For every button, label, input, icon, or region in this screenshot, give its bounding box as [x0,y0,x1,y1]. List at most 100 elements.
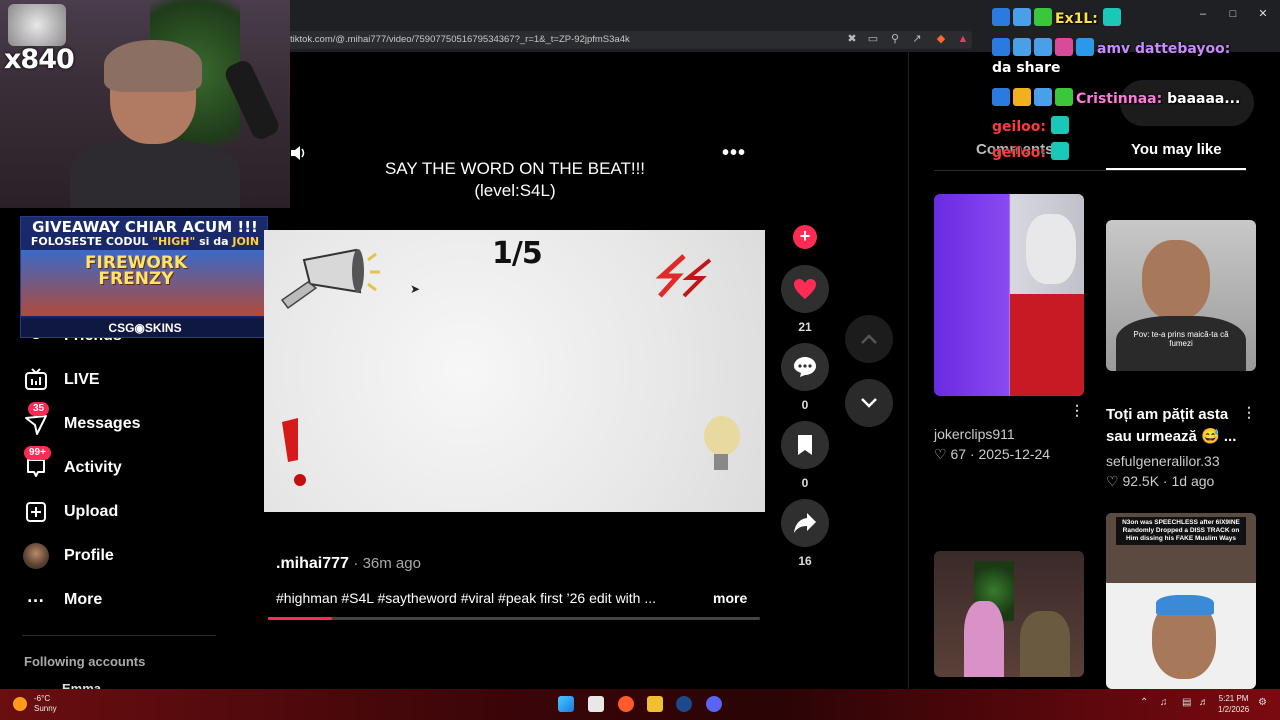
sidebar-divider [22,635,216,636]
emote-image [8,4,66,46]
video-frame-art [280,248,740,486]
heart-icon [794,279,816,299]
headset-icon[interactable]: ♫ [1160,697,1168,708]
live-icon [22,367,50,393]
more-link[interactable]: more [713,590,747,606]
weather-icon[interactable] [13,697,27,711]
sidebar-item-more[interactable]: … More [22,585,103,614]
chat-message: Ex1L: [992,8,1124,27]
card-more-icon[interactable]: ⋮ [1070,402,1084,419]
card-author[interactable]: jokerclips911 [934,426,1015,442]
speaker-icon[interactable]: ♬ [1199,697,1209,708]
more-dots-icon: … [26,585,46,606]
card-title[interactable]: Toți am pățit asta sau urmează 😅 ... [1106,404,1246,448]
card-author[interactable]: sefulgeneralilor.33 [1106,453,1220,469]
video-thumbnail[interactable]: Pov: te-a prins maică-ta că fumezi [1106,220,1256,371]
file-explorer-icon[interactable] [647,696,663,712]
tab-baseline [934,170,1246,171]
level-counter: 1/5 [492,236,543,271]
thumbnail-caption: N3on was SPEECHLESS after 6IX9INE Random… [1116,517,1246,545]
chat-badge-icon [992,8,1010,26]
share-button[interactable] [781,499,829,547]
exclamation-icon [282,418,306,486]
chat-badge-icon [1034,38,1052,56]
chat-badge-icon [1055,88,1073,106]
panel-divider [908,52,909,692]
steam-icon[interactable] [676,696,692,712]
task-view-icon[interactable] [588,696,604,712]
taskbar [0,689,1280,720]
sidebar-item-messages[interactable]: 35 Messages [22,402,141,438]
chat-badge-icon [992,38,1010,56]
giveaway-banner: GIVEAWAY CHIAR ACUM !!! FOLOSESTE CODUL … [20,216,268,338]
game-title: FIREWORK FRENZY [84,253,188,289]
video-thumbnail[interactable]: N3on was SPEECHLESS after 6IX9INE Random… [1106,513,1256,689]
sidebar-item-label: More [64,591,103,608]
card-meta: ♡ 67 · 2025-12-24 [934,446,1051,462]
chat-badge-icon [1013,88,1031,106]
following-accounts-header: Following accounts [24,654,146,669]
like-button[interactable] [781,265,829,313]
streamer-hat [104,40,202,92]
share-count: 16 [798,554,812,568]
notification-icon[interactable]: ⚙ [1258,697,1267,708]
weather-widget[interactable]: -6°C Sunny [34,694,57,714]
brave-browser-icon[interactable] [618,696,634,712]
sidebar-item-label: Profile [64,547,114,564]
chat-badge-icon [1034,88,1052,106]
chat-message: geiloo: [992,116,1072,135]
sidebar-item-activity[interactable]: 99+ Activity [22,446,122,482]
activity-badge: 99+ [24,446,51,460]
screen-icon[interactable]: ▭ [866,32,880,46]
tab-you-may-like[interactable]: You may like [1131,141,1222,158]
more-options-icon[interactable]: ••• [722,142,746,165]
activity-icon: 99+ [22,446,51,481]
lightning-icon [655,254,712,298]
video-author[interactable]: .mihai777 · 36m ago [276,555,421,573]
chat-message: geiloo: [992,142,1072,161]
rewards-icon[interactable]: ▲ [956,32,970,46]
comment-button[interactable] [781,343,829,391]
save-count: 0 [801,476,809,490]
sidebar-item-label: Messages [64,415,141,432]
chat-message: amv dattebayoo: [992,38,1230,57]
previous-video-button[interactable] [845,315,893,363]
follow-button[interactable]: + [793,225,817,249]
giveaway-title: GIVEAWAY CHIAR ACUM !!! [32,218,258,236]
reader-icon[interactable]: ✖ [845,32,859,46]
comment-count: 0 [801,398,809,412]
sidebar-item-label: Upload [64,503,119,520]
video-title: SAY THE WORD ON THE BEAT!!! [384,159,646,178]
video-player[interactable] [264,230,765,512]
sidebar-item-live[interactable]: LIVE [22,366,100,394]
brave-shield-icon[interactable]: ◆ [934,32,948,46]
minimize-icon[interactable]: – [1188,6,1218,22]
share-icon[interactable]: ↗ [910,32,924,46]
close-icon[interactable]: ✕ [1248,6,1278,22]
discord-icon[interactable] [706,696,722,712]
sidebar-item-label: LIVE [64,371,100,388]
system-clock[interactable]: 5:21 PM 1/2/2026 [1218,693,1249,715]
save-button[interactable] [781,421,829,469]
tray-chevron-icon[interactable]: ⌃ [1140,697,1148,708]
sidebar-item-profile[interactable]: Profile [22,542,114,570]
lightbulb-icon [704,416,740,470]
messages-icon: 35 [22,402,50,437]
progress-track[interactable] [268,617,760,620]
bookmark-icon [798,435,812,455]
cursor-icon: ➤ [410,282,421,296]
chat-badge-icon [1013,38,1031,56]
video-thumbnail[interactable] [934,551,1084,677]
share-arrow-icon [794,513,816,533]
upload-icon [22,499,50,525]
next-video-button[interactable] [845,379,893,427]
giveaway-subtitle: FOLOSESTE CODUL "HIGH" si da JOIN [30,235,260,248]
maximize-icon[interactable]: □ [1218,6,1248,22]
network-icon[interactable]: ▤ [1182,697,1191,708]
video-thumbnail[interactable] [934,194,1084,396]
comment-icon [794,357,816,377]
zoom-icon[interactable]: ⚲ [888,32,902,46]
sidebar-item-upload[interactable]: Upload [22,498,118,526]
chevron-down-icon [861,398,877,408]
windows-start-icon[interactable] [558,696,574,712]
